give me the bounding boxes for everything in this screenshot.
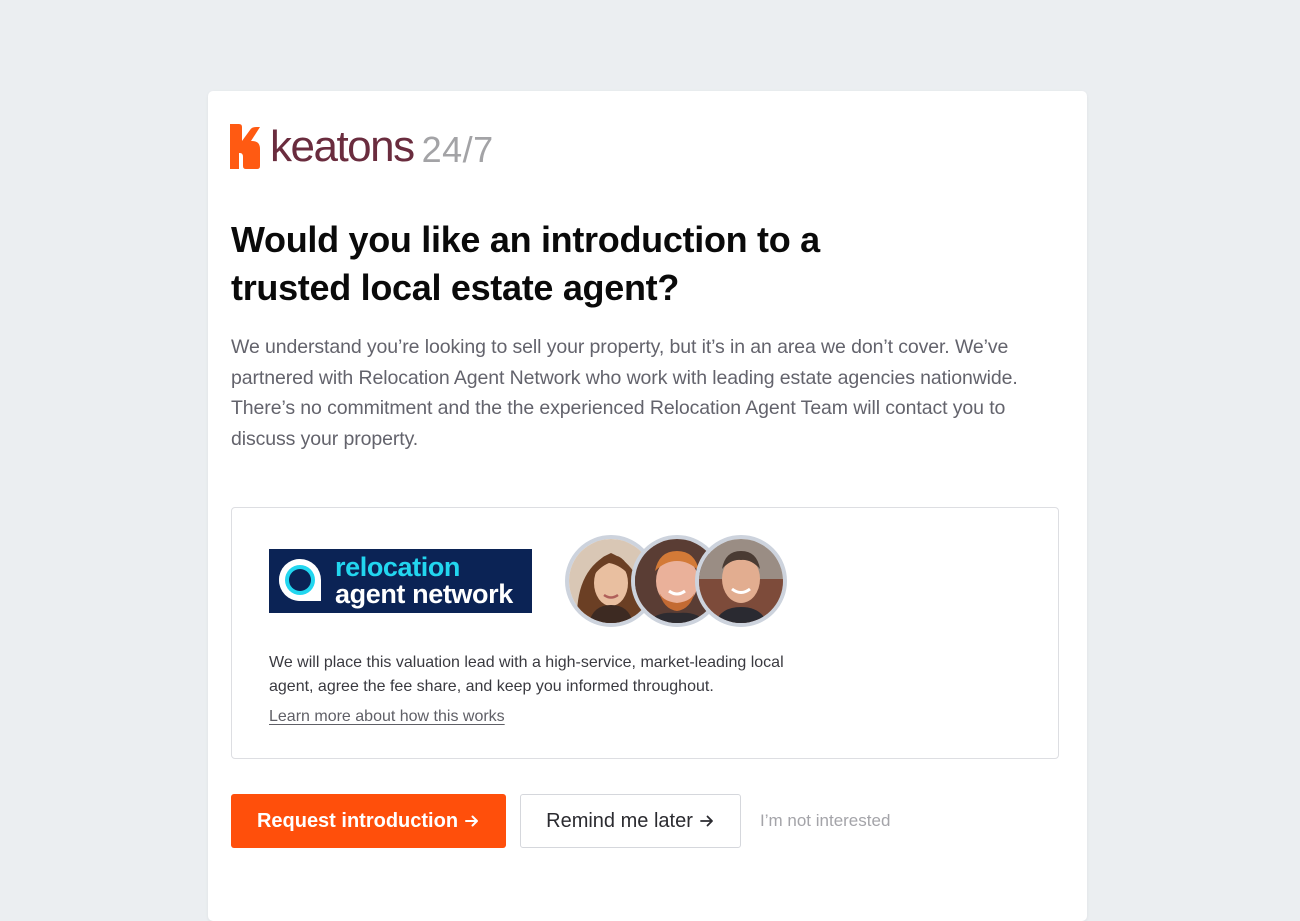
page-title: Would you like an introduction to a trus… xyxy=(231,219,820,308)
keatons-k-icon xyxy=(230,124,260,169)
partner-panel: relocation agent network We will place t… xyxy=(231,507,1059,759)
relocation-agent-network-logo: relocation agent network xyxy=(269,549,532,613)
brand-logo: keatons 24/7 xyxy=(230,123,494,169)
man-portrait-icon xyxy=(699,539,783,623)
avatar xyxy=(695,535,787,627)
logo-line-relocation: relocation xyxy=(335,552,461,582)
logo-line-agent-network: agent network xyxy=(335,579,513,609)
request-introduction-label: Request introduction xyxy=(256,809,459,832)
arrow-right-icon xyxy=(465,815,479,827)
remind-me-later-label: Remind me later xyxy=(546,809,693,832)
partner-description: We will place this valuation lead with a… xyxy=(269,654,784,695)
agent-avatar-group xyxy=(565,535,789,627)
brand-suffix: 24/7 xyxy=(421,129,494,170)
introduction-card: keatons 24/7 Would you like an introduct… xyxy=(208,91,1087,921)
ran-ring-icon xyxy=(279,559,321,601)
request-introduction-button[interactable]: Request introduction xyxy=(231,794,506,848)
arrow-right-icon xyxy=(699,815,713,827)
learn-more-link[interactable]: Learn more about how this works xyxy=(269,706,505,728)
not-interested-link[interactable]: I’m not interested xyxy=(760,809,890,833)
remind-me-later-button[interactable]: Remind me later xyxy=(520,794,741,848)
brand-name: keatons xyxy=(270,122,415,171)
intro-paragraph: We understand you’re looking to sell you… xyxy=(231,336,1018,450)
